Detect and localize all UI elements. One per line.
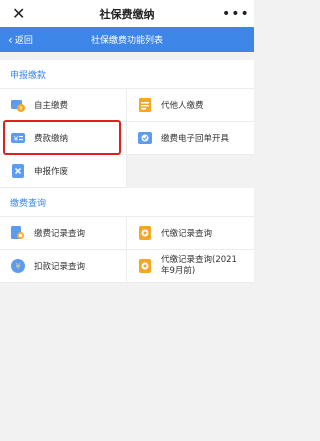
function-e-receipt[interactable]: 缴费电子回单开具 — [127, 122, 254, 155]
function-label: 代缴记录查询 — [161, 229, 213, 239]
function-proxy-record-query[interactable]: 代缴记录查询 — [127, 217, 254, 250]
chevron-left-icon: ‹ — [8, 32, 13, 47]
function-pay-for-others[interactable]: 代他人缴费 — [127, 89, 254, 122]
function-fee-payment[interactable]: ¥ 费款缴纳 — [0, 122, 127, 155]
coin-hand-icon: ¥ — [11, 100, 25, 112]
person-pay-icon — [139, 98, 151, 112]
more-options-icon[interactable]: ••• — [222, 6, 249, 22]
function-label: 申报作废 — [34, 167, 69, 177]
section-header: 申报缴款 — [0, 60, 254, 89]
back-button[interactable]: ‹ 返回 — [8, 32, 33, 47]
app-title: 社保费缴纳 — [99, 7, 155, 21]
function-grid: ¥ 自主缴费 代他人缴费 ¥ 费款缴纳 缴费电子回单开具 申报作废 — [0, 89, 254, 188]
function-label: 缴费记录查询 — [34, 229, 86, 239]
nav-bar: ‹ 返回 社保缴费功能列表 — [0, 27, 254, 52]
receipt-check-icon — [138, 132, 152, 144]
function-label: 费款缴纳 — [34, 134, 69, 144]
function-proxy-record-query-old[interactable]: 代缴记录查询(2021年9月前) — [127, 250, 254, 283]
section-declare-pay: 申报缴款 ¥ 自主缴费 代他人缴费 ¥ 费款缴纳 缴费电子回单开具 申报作废 — [0, 60, 254, 188]
function-label: 代缴记录查询(2021年9月前) — [161, 255, 237, 276]
empty-cell — [127, 155, 254, 188]
back-label: 返回 — [14, 36, 33, 46]
function-label: 自主缴费 — [34, 101, 69, 111]
app-top-bar: ✕ 社保费缴纳 ••• — [0, 0, 254, 27]
proxy-record-old-icon — [139, 259, 151, 273]
yuan-card-icon: ¥ — [11, 133, 25, 143]
svg-text:¥: ¥ — [14, 135, 19, 143]
section-payment-query: 缴费查询 缴费记录查询 代缴记录查询 ¥ 扣款记录查询 代缴记录查询(2021年… — [0, 188, 254, 283]
section-header: 缴费查询 — [0, 188, 254, 217]
function-declare-void[interactable]: 申报作废 — [0, 155, 127, 188]
function-payment-record-query[interactable]: 缴费记录查询 — [0, 217, 127, 250]
svg-text:¥: ¥ — [19, 106, 22, 112]
function-deduction-record-query[interactable]: ¥ 扣款记录查询 — [0, 250, 127, 283]
function-label: 扣款记录查询 — [34, 262, 86, 272]
proxy-record-icon — [139, 226, 151, 240]
function-grid: 缴费记录查询 代缴记录查询 ¥ 扣款记录查询 代缴记录查询(2021年9月前) — [0, 217, 254, 283]
deduction-record-icon: ¥ — [11, 259, 25, 273]
function-self-pay[interactable]: ¥ 自主缴费 — [0, 89, 127, 122]
close-icon[interactable]: ✕ — [12, 4, 32, 23]
page-title: 社保缴费功能列表 — [90, 36, 163, 46]
cancel-doc-icon — [12, 164, 24, 178]
svg-text:¥: ¥ — [15, 262, 20, 271]
function-label: 代他人缴费 — [161, 101, 204, 111]
record-search-icon — [11, 226, 24, 239]
function-label: 缴费电子回单开具 — [161, 134, 230, 144]
